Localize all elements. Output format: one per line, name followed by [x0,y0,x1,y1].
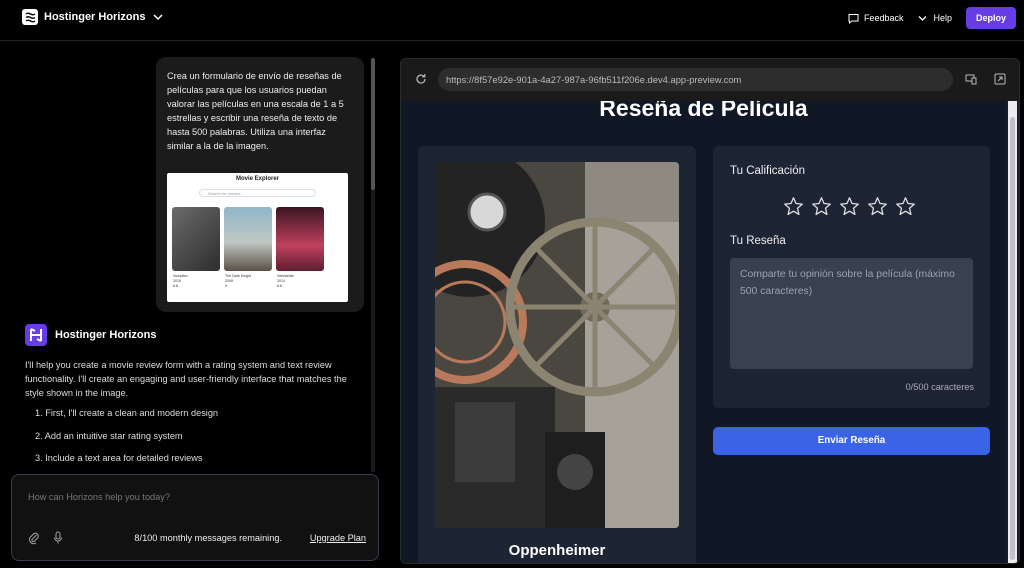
star-icon[interactable] [811,196,832,217]
star-icon[interactable] [867,196,888,217]
chevron-down-icon [919,15,927,21]
paperclip-icon[interactable] [28,531,40,545]
message-icon [848,13,859,24]
page-title: Reseña de Película [599,101,808,121]
movie-card-name: The Dark Knight [225,274,251,278]
user-message-bubble: Crea un formulario de envío de reseñas d… [156,57,364,312]
open-external-icon[interactable] [994,73,1006,85]
preview-content: Reseña de Película Oppenheimer Tu Califi… [401,101,1006,563]
brand-name: Hostinger Horizons [44,11,146,23]
refresh-icon[interactable] [415,73,427,85]
project-switcher[interactable]: Hostinger Horizons [22,9,165,25]
list-item: 1. First, I'll create a clean and modern… [35,408,219,418]
star-icon[interactable] [783,196,804,217]
submit-review-button[interactable]: Enviar Reseña [713,427,990,455]
help-label: Help [933,13,952,23]
assistant-name: Hostinger Horizons [55,329,157,341]
movie-card-rating: 8.6 [277,284,282,288]
movie-card-thumb [172,207,220,271]
star-icon[interactable] [895,196,916,217]
movie-card-name: Interstellar [277,274,294,278]
feedback-button[interactable]: Feedback [848,13,904,24]
chat-scrollbar[interactable] [371,58,375,472]
deploy-button[interactable]: Deploy [965,7,1016,29]
rating-label: Tu Calificación [730,165,805,177]
url-field[interactable]: https://8f57e92e-901a-4a27-987a-96fb511f… [438,68,953,91]
assistant-steps: 1. First, I'll create a clean and modern… [35,408,218,476]
attached-image[interactable]: Movie Explorer Search for movies... Ince… [167,173,348,302]
movie-card-rating: 8.8 [173,284,178,288]
help-button[interactable]: Help [917,13,952,24]
star-icon[interactable] [839,196,860,217]
movie-card-thumb [276,207,324,271]
chat-composer[interactable]: How can Horizons help you today? 8/100 m… [11,474,379,561]
assistant-header: Hostinger Horizons [25,324,156,346]
star-rating[interactable] [783,196,916,217]
scrollbar-thumb[interactable] [371,58,375,190]
preview-toolbar: https://8f57e92e-901a-4a27-987a-96fb511f… [401,59,1019,101]
horizons-logo-icon [22,9,38,25]
top-bar: Hostinger Horizons Feedback Help Deploy [0,0,1024,41]
movie-card-year: 2014 [277,279,285,283]
horizons-logo-icon [25,324,47,346]
movie-card-name: Inception [173,274,188,278]
preview-scrollbar[interactable] [1008,101,1017,563]
user-message-text: Crea un formulario de envío de reseñas d… [167,71,344,151]
attachment-title: Movie Explorer [235,176,279,182]
movie-card-year: 2010 [173,279,181,283]
movie-card-thumb [224,207,272,271]
attachment-search: Search for movies... [199,189,316,197]
movie-poster-image [435,162,679,528]
list-item: 3. Include a text area for detailed revi… [35,453,203,463]
movie-card-rating: 9 [225,284,227,288]
list-item: 2. Add an intuitive star rating system [35,430,183,441]
chat-input[interactable]: How can Horizons help you today? [28,492,170,502]
review-label: Tu Reseña [730,235,786,247]
upgrade-plan-link[interactable]: Upgrade Plan [310,533,366,543]
devices-icon[interactable] [965,73,977,85]
char-counter: 0/500 caracteres [905,382,974,392]
review-textarea[interactable]: Comparte tu opinión sobre la película (m… [730,258,973,369]
movie-card-year: 2008 [225,279,233,283]
movie-card: Oppenheimer [418,146,696,563]
microphone-icon[interactable] [52,531,64,545]
movie-title: Oppenheimer [508,542,606,559]
scrollbar-thumb[interactable] [1010,117,1015,560]
assistant-message: I'll help you create a movie review form… [25,360,347,398]
messages-remaining: 8/100 monthly messages remaining. [134,533,282,543]
feedback-label: Feedback [863,13,904,23]
preview-panel: https://8f57e92e-901a-4a27-987a-96fb511f… [400,58,1020,564]
review-form: Tu Calificación Tu Reseña Comparte tu op… [713,146,990,408]
chevron-down-icon [153,14,163,21]
